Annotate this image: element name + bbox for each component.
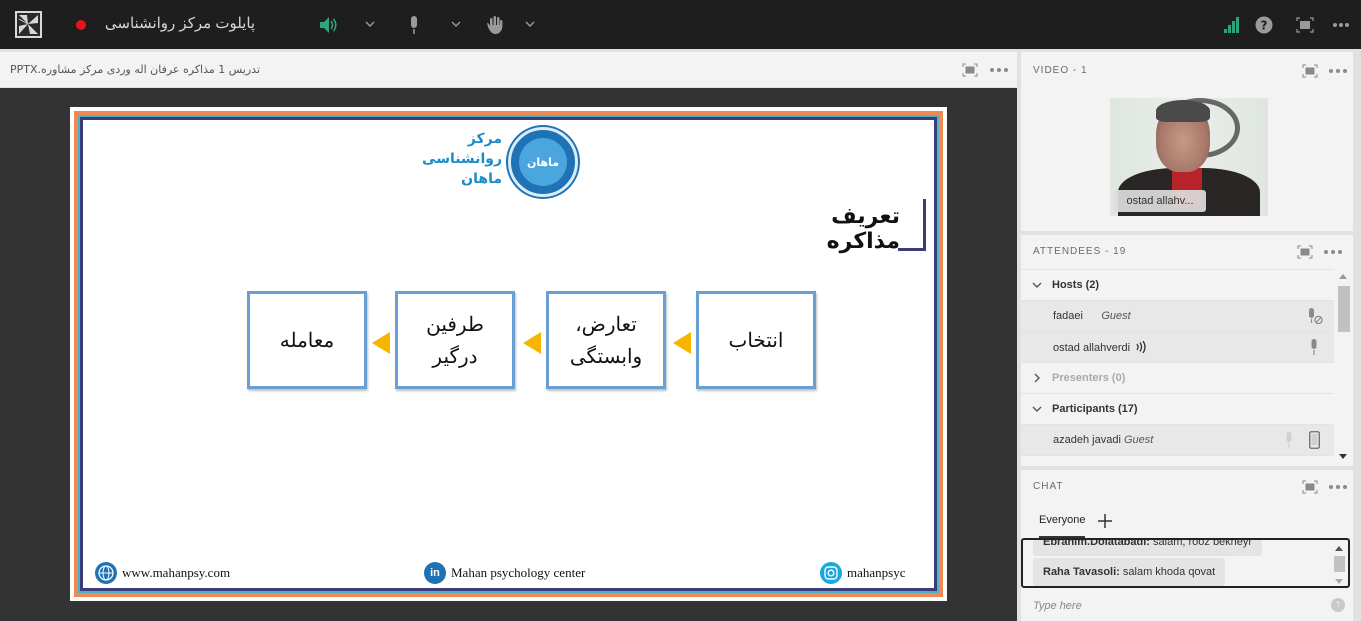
mahan-logo-icon: ماهان bbox=[508, 127, 578, 197]
scroll-down-icon[interactable] bbox=[1335, 579, 1343, 584]
video-pod: VIDEO - 1 ostad allahv... bbox=[1021, 52, 1353, 231]
microphone-icon[interactable] bbox=[407, 14, 421, 36]
shared-document-title: تدریس 1 مذاکره عرفان اله وردی مرکز مشاور… bbox=[10, 63, 261, 76]
svg-text:?: ? bbox=[1261, 19, 1268, 33]
speaker-options-chevron-icon[interactable] bbox=[364, 18, 376, 30]
group-header-hosts[interactable]: Hosts (2) bbox=[1021, 269, 1334, 300]
scroll-up-icon[interactable] bbox=[1335, 546, 1343, 551]
video-speaker-name: ostad allahv... bbox=[1114, 190, 1206, 212]
presentation-slide: مرکز روانشناسی ماهان ماهان تعریف مذاکره … bbox=[70, 107, 947, 601]
chat-scrollbar[interactable] bbox=[1333, 542, 1346, 586]
scrollbar-thumb[interactable] bbox=[1338, 286, 1350, 332]
attendees-pod-more-icon[interactable] bbox=[1324, 250, 1342, 254]
window-edge bbox=[1353, 52, 1361, 621]
attendee-name: azadeh javadi bbox=[1053, 434, 1121, 446]
linkedin-icon: in bbox=[424, 562, 446, 584]
share-pod-fullscreen-icon[interactable] bbox=[962, 63, 978, 77]
globe-icon bbox=[95, 562, 117, 584]
flow-arrow-icon bbox=[523, 332, 541, 354]
top-bar: پایلوت مرکز روانشناسی ? bbox=[0, 0, 1361, 49]
mobile-device-icon bbox=[1309, 431, 1320, 449]
mic-off-icon[interactable] bbox=[1284, 432, 1294, 449]
attendees-pod-fullscreen-icon[interactable] bbox=[1297, 245, 1313, 259]
video-pod-title: VIDEO - 1 bbox=[1033, 65, 1088, 76]
add-chat-tab-icon[interactable] bbox=[1098, 514, 1112, 528]
slide-heading: تعریف مذاکره bbox=[826, 204, 900, 254]
chat-message: Raha Tavasoli: salam khoda qovat bbox=[1033, 558, 1226, 586]
share-pod-more-icon[interactable] bbox=[990, 68, 1008, 72]
attendee-row[interactable]: fadaei Guest bbox=[1021, 300, 1334, 331]
attendee-row[interactable]: ostad allahverdi bbox=[1021, 331, 1334, 362]
logo-line-1: مرکز bbox=[467, 131, 502, 147]
slide-logo-text: مرکز روانشناسی ماهان bbox=[422, 129, 502, 189]
scroll-up-icon[interactable] bbox=[1339, 274, 1347, 279]
attendee-row-partial bbox=[1021, 455, 1334, 464]
speaking-indicator-icon bbox=[1136, 340, 1146, 354]
raise-hand-icon[interactable] bbox=[485, 14, 505, 36]
connection-strength-icon[interactable] bbox=[1222, 14, 1242, 36]
chat-sender: Ebrahim.Dolatabadi: bbox=[1043, 538, 1150, 548]
more-options-icon[interactable] bbox=[1332, 14, 1350, 36]
chat-tab-everyone[interactable]: Everyone bbox=[1039, 514, 1085, 526]
share-pod-header: تدریس 1 مذاکره عرفان اله وردی مرکز مشاور… bbox=[0, 52, 1017, 88]
chat-text: salam, rooz bekheyr bbox=[1153, 538, 1253, 548]
scrollbar-thumb[interactable] bbox=[1334, 556, 1345, 572]
attendee-name: ostad allahverdi bbox=[1053, 342, 1131, 354]
attendee-name: fadaei bbox=[1053, 310, 1083, 322]
flow-arrow-icon bbox=[372, 332, 390, 354]
flow-step-3: طرفین درگیر bbox=[395, 291, 515, 389]
chat-message: Ebrahim.Dolatabadi: salam, rooz bekheyr bbox=[1033, 538, 1263, 556]
chat-pod-fullscreen-icon[interactable] bbox=[1302, 480, 1318, 494]
send-message-icon[interactable]: ↑ bbox=[1331, 598, 1345, 612]
chevron-down-icon bbox=[1032, 406, 1042, 412]
attendee-list-scrollbar[interactable] bbox=[1336, 269, 1350, 464]
microphone-options-chevron-icon[interactable] bbox=[450, 18, 462, 30]
chat-pod-title: CHAT bbox=[1033, 481, 1064, 492]
attendees-pod: ATTENDEES - 19 Hosts (2) fadaei Guest os… bbox=[1021, 235, 1353, 466]
video-pod-fullscreen-icon[interactable] bbox=[1302, 64, 1318, 78]
video-pod-more-icon[interactable] bbox=[1329, 69, 1347, 73]
attendee-role: Guest bbox=[1123, 434, 1154, 446]
slide-footer-linkedin: in Mahan psychology center bbox=[424, 562, 585, 584]
attendees-pod-title: ATTENDEES - 19 bbox=[1033, 246, 1127, 257]
logo-line-3: ماهان bbox=[461, 171, 502, 187]
help-icon[interactable]: ? bbox=[1254, 14, 1274, 36]
attendee-row[interactable]: azadeh javadi Guest bbox=[1021, 424, 1334, 455]
slide-footer-website: www.mahanpsy.com bbox=[95, 562, 230, 584]
flow-arrow-icon bbox=[673, 332, 691, 354]
instagram-icon bbox=[820, 562, 842, 584]
meeting-title: پایلوت مرکز روانشناسی bbox=[104, 15, 256, 32]
mic-disabled-icon[interactable] bbox=[1306, 308, 1324, 325]
slide-footer-instagram: mahanpsyc bbox=[820, 562, 905, 584]
heading-bracket-decoration bbox=[898, 199, 926, 251]
chat-text: salam khoda qovat bbox=[1122, 566, 1216, 578]
group-header-participants[interactable]: Participants (17) bbox=[1021, 393, 1334, 424]
chevron-down-icon bbox=[1032, 282, 1042, 288]
fullscreen-icon[interactable] bbox=[1296, 14, 1314, 36]
chat-pod: CHAT Everyone Ebrahim.Dolatabadi: salam,… bbox=[1021, 470, 1353, 621]
mic-on-icon[interactable] bbox=[1309, 339, 1319, 356]
group-header-presenters[interactable]: Presenters (0) bbox=[1021, 362, 1334, 393]
flow-step-4: معامله bbox=[247, 291, 367, 389]
chat-message-input[interactable] bbox=[1021, 591, 1353, 621]
flow-step-1: انتخاب bbox=[696, 291, 816, 389]
speaker-icon[interactable] bbox=[318, 14, 340, 36]
chat-sender: Raha Tavasoli: bbox=[1043, 566, 1120, 578]
recording-indicator-icon bbox=[76, 20, 86, 30]
logo-line-2: روانشناسی bbox=[422, 151, 502, 167]
webcam-video[interactable]: ostad allahv... bbox=[1110, 98, 1268, 216]
attendee-list: Hosts (2) fadaei Guest ostad allahverdi bbox=[1021, 269, 1334, 464]
chevron-right-icon bbox=[1034, 373, 1040, 383]
app-logo-icon[interactable] bbox=[15, 11, 42, 38]
chat-message-log[interactable]: Ebrahim.Dolatabadi: salam, rooz bekheyr … bbox=[1021, 538, 1350, 588]
flow-step-2: تعارض، وابستگی bbox=[546, 291, 666, 389]
chat-pod-more-icon[interactable] bbox=[1329, 485, 1347, 489]
share-pod: تدریس 1 مذاکره عرفان اله وردی مرکز مشاور… bbox=[0, 52, 1017, 621]
status-options-chevron-icon[interactable] bbox=[524, 18, 536, 30]
attendee-role: Guest bbox=[1101, 310, 1131, 322]
scroll-down-icon[interactable] bbox=[1339, 454, 1347, 459]
